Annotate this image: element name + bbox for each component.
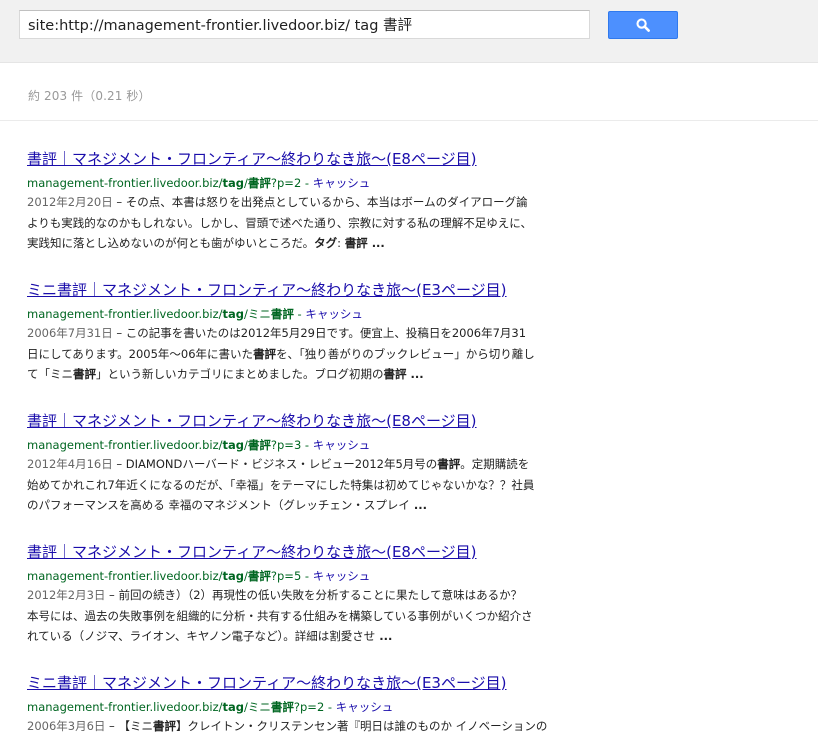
search-input[interactable] — [19, 10, 590, 39]
result-item: ミニ書評｜マネジメント・フロンティア～終わりなき旅～(E3ページ目) manag… — [27, 673, 547, 737]
url-separator: - — [301, 176, 313, 190]
search-header — [0, 0, 818, 63]
url-bold: tag — [222, 307, 245, 321]
result-item: 書評｜マネジメント・フロンティア～終わりなき旅～(E8ページ目) managem… — [27, 542, 547, 647]
result-item: ミニ書評｜マネジメント・フロンティア～終わりなき旅～(E3ページ目) manag… — [27, 280, 547, 385]
url-bold: 書評 — [247, 569, 271, 583]
url-separator: - — [301, 438, 313, 452]
result-snippet: 2006年3月6日 – 【ミニ書評】クレイトン・クリステンセン著『明日は誰のもの… — [27, 716, 547, 737]
result-date: 2012年4月16日 — [27, 457, 113, 471]
result-date: 2006年7月31日 — [27, 326, 113, 340]
snippet-text: – DIAMONDハーバード・ビジネス・レビュー2012年5月号の — [112, 457, 438, 471]
result-url: management-frontier.livedoor.biz/tag/書評?… — [27, 568, 547, 584]
result-snippet: 2012年2月3日 – 前回の続き）（2）再現性の低い失敗を分析することに果たし… — [27, 585, 537, 647]
snippet-text: 】クレイトン・クリステンセン著『明日は誰のものか イノベーションの — [175, 719, 548, 733]
result-url: management-frontier.livedoor.biz/tag/ミニ書… — [27, 306, 547, 322]
snippet-bold: 書評 — [253, 346, 277, 361]
result-url: management-frontier.livedoor.biz/tag/書評?… — [27, 437, 547, 453]
cache-link[interactable]: キャッシュ — [313, 438, 371, 452]
url-text: ?p=5 — [270, 569, 302, 583]
result-url: management-frontier.livedoor.biz/tag/書評?… — [27, 175, 547, 191]
snippet-bold: 書評 — [152, 719, 176, 733]
result-title-link[interactable]: 書評｜マネジメント・フロンティア～終わりなき旅～(E8ページ目) — [27, 149, 547, 169]
url-separator: - — [324, 700, 336, 714]
url-text: /ミニ — [244, 307, 271, 321]
url-text: management-frontier.livedoor.biz/ — [27, 700, 223, 714]
snippet-ellipsis: ... — [367, 236, 385, 250]
result-url: management-frontier.livedoor.biz/tag/ミニ書… — [27, 699, 547, 715]
url-text: management-frontier.livedoor.biz/ — [27, 438, 223, 452]
url-separator: - — [301, 569, 313, 583]
url-bold: 書評 — [247, 438, 271, 452]
snippet-bold: 書評 — [437, 457, 461, 471]
result-stats: 約 203 件（0.21 秒） — [28, 89, 151, 103]
result-item: 書評｜マネジメント・フロンティア～終わりなき旅～(E8ページ目) managem… — [27, 149, 547, 254]
url-text: ?p=2 — [293, 700, 325, 714]
result-title-link[interactable]: ミニ書評｜マネジメント・フロンティア～終わりなき旅～(E3ページ目) — [27, 280, 547, 300]
url-text: management-frontier.livedoor.biz/ — [27, 176, 223, 190]
search-button[interactable] — [608, 11, 678, 39]
snippet-bold: 書評 — [383, 367, 407, 381]
snippet-ellipsis: ... — [406, 367, 424, 381]
url-text: ?p=3 — [270, 438, 302, 452]
snippet-text: – 【ミニ — [105, 719, 153, 733]
result-snippet: 2012年4月16日 – DIAMONDハーバード・ビジネス・レビュー2012年… — [27, 454, 537, 516]
result-item: 書評｜マネジメント・フロンティア～終わりなき旅～(E8ページ目) managem… — [27, 411, 547, 516]
snippet-text: 」という新しいカテゴリにまとめました。ブログ初期の — [96, 367, 384, 381]
url-bold: tag — [222, 700, 245, 714]
url-bold: 書評 — [247, 176, 271, 190]
url-separator: - — [293, 307, 306, 321]
cache-link[interactable]: キャッシュ — [305, 307, 363, 321]
result-stats-bar: 約 203 件（0.21 秒） — [0, 63, 818, 121]
url-text: /ミニ — [244, 700, 271, 714]
url-bold: tag — [222, 176, 245, 190]
result-date: 2012年2月3日 — [27, 588, 106, 602]
url-bold: tag — [222, 569, 245, 583]
result-snippet: 2012年2月20日 – その点、本書は怒りを出発点としているから、本当はボーム… — [27, 192, 537, 254]
cache-link[interactable]: キャッシュ — [313, 176, 371, 190]
snippet-ellipsis: ... — [375, 629, 393, 643]
url-text: management-frontier.livedoor.biz/ — [27, 569, 223, 583]
result-title-link[interactable]: ミニ書評｜マネジメント・フロンティア～終わりなき旅～(E3ページ目) — [27, 673, 547, 693]
result-date: 2006年3月6日 — [27, 719, 106, 733]
url-bold: tag — [222, 438, 245, 452]
cache-link[interactable]: キャッシュ — [313, 569, 371, 583]
snippet-ellipsis: ... — [409, 498, 428, 512]
snippet-bold: 書評 — [344, 236, 368, 250]
result-title-link[interactable]: 書評｜マネジメント・フロンティア～終わりなき旅～(E8ページ目) — [27, 411, 547, 431]
search-icon — [636, 18, 650, 32]
snippet-text: : — [337, 236, 345, 250]
url-text: management-frontier.livedoor.biz/ — [27, 307, 223, 321]
result-title-link[interactable]: 書評｜マネジメント・フロンティア～終わりなき旅～(E8ページ目) — [27, 542, 547, 562]
url-bold: 書評 — [270, 700, 294, 714]
url-bold: 書評 — [270, 307, 294, 321]
result-date: 2012年2月20日 — [27, 195, 113, 209]
snippet-bold: 書評 — [73, 367, 96, 381]
result-snippet: 2006年7月31日 – この記事を書いたのは2012年5月29日です。便宜上、… — [27, 323, 537, 385]
url-text: ?p=2 — [270, 176, 302, 190]
snippet-bold: タグ — [314, 236, 338, 250]
cache-link[interactable]: キャッシュ — [336, 700, 394, 714]
